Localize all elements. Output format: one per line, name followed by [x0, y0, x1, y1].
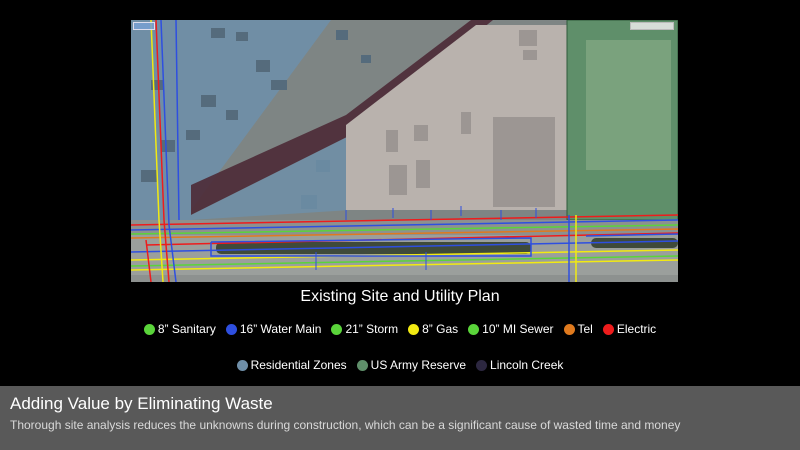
legend-item-tel: Tel — [563, 322, 593, 336]
footer-title: Adding Value by Eliminating Waste — [10, 394, 273, 413]
green-circle-icon — [468, 323, 480, 335]
yellow-circle-icon — [408, 323, 420, 335]
map-toolbar-right — [630, 22, 674, 30]
dark-purple-circle-icon — [476, 359, 488, 371]
utility-legend: 8” Sanitary 16” Water Main 21” Storm 8” … — [0, 322, 800, 336]
aerial-map-image — [131, 20, 678, 282]
legend-item-us-army-reserve: US Army Reserve — [356, 358, 466, 372]
map-toolbar-left — [133, 22, 155, 30]
blue-circle-icon — [225, 323, 237, 335]
green-circle-icon — [143, 323, 155, 335]
site-utility-map — [131, 20, 678, 282]
footer-subtitle: Thorough site analysis reduces the unkno… — [10, 418, 681, 432]
legend-item-mi-sewer: 10” MI Sewer — [468, 322, 554, 336]
red-circle-icon — [602, 323, 614, 335]
map-caption: Existing Site and Utility Plan — [300, 288, 500, 305]
green-gray-circle-icon — [356, 359, 368, 371]
legend-item-residential-zones: Residential Zones — [236, 358, 347, 372]
legend-item-storm: 21” Storm — [331, 322, 398, 336]
legend-item-sanitary: 8” Sanitary — [143, 322, 216, 336]
legend-item-electric: Electric — [602, 322, 656, 336]
green-circle-icon — [331, 323, 343, 335]
zone-legend: Residential Zones US Army Reserve Lincol… — [0, 358, 800, 372]
footer-banner: Adding Value by Eliminating Waste Thorou… — [0, 386, 800, 450]
legend-item-gas: 8” Gas — [408, 322, 458, 336]
orange-circle-icon — [563, 323, 575, 335]
legend-item-water-main: 16” Water Main — [225, 322, 321, 336]
legend-item-lincoln-creek: Lincoln Creek — [476, 358, 563, 372]
slate-blue-circle-icon — [236, 359, 248, 371]
